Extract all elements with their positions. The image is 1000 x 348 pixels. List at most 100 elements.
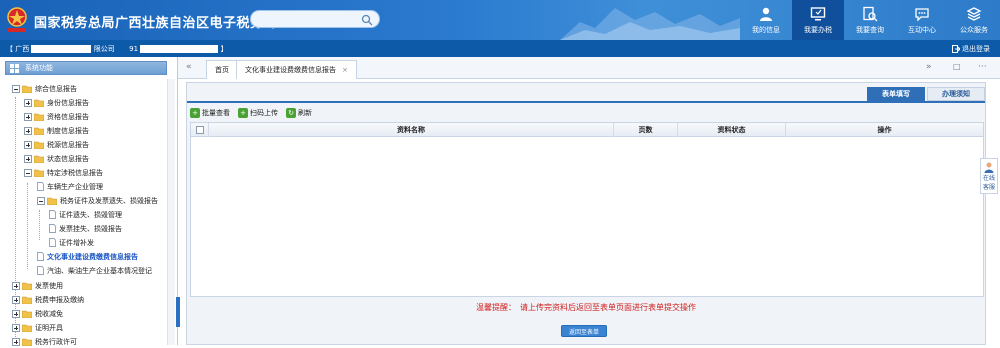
tree-node-gasoline-diesel-registration[interactable]: 汽油、柴油生产企业基本情况登记: [37, 264, 152, 277]
company-name-prefix: 广西: [15, 45, 30, 53]
document-icon: [49, 224, 56, 233]
user-icon: [760, 7, 772, 21]
column-material-status: 资料状态: [678, 123, 786, 137]
tree-node-administrative-license[interactable]: 税务行政许可: [12, 335, 77, 348]
tree-node-certificate-invoice-loss[interactable]: 税务证件及发票遗失、损毁报告: [37, 194, 158, 207]
batch-view-button[interactable]: + 批量查看: [190, 108, 230, 118]
tree-node-comprehensive-report[interactable]: 综合信息报告: [12, 82, 77, 95]
folder-icon: [22, 282, 32, 290]
subtab-form-fill[interactable]: 表单填写: [867, 87, 925, 101]
service-icon: [966, 6, 982, 21]
tree-guide-line: [39, 210, 40, 240]
nav-interaction-center[interactable]: 互动中心: [896, 0, 948, 40]
logout-button[interactable]: 退出登录: [952, 44, 990, 54]
select-all-checkbox[interactable]: [195, 126, 204, 134]
table-header: 资料名称 页数 资料状态 操作: [191, 123, 983, 137]
top-navigation: 我的信息 我要办税 我要查询 互动中心 公众服务: [740, 0, 1000, 40]
tree-node-tax-declaration-payment[interactable]: 税费申报及缴纳: [12, 293, 84, 306]
expand-toggle-icon[interactable]: [12, 323, 20, 332]
folder-icon: [34, 113, 44, 121]
expand-toggle-icon[interactable]: [24, 112, 32, 121]
sidebar-title: 系统功能: [25, 64, 53, 72]
nav-public-service[interactable]: 公众服务: [948, 0, 1000, 40]
tree-node-cultural-fee-report[interactable]: 文化事业建设费缴费信息报告: [37, 250, 138, 263]
collapse-toggle-icon[interactable]: [12, 84, 20, 93]
refresh-label: 刷新: [298, 109, 312, 117]
scan-upload-button[interactable]: + 扫码上传: [238, 108, 278, 118]
expand-toggle-icon[interactable]: [12, 281, 20, 290]
nav-tax-handling-label: 我要办税: [804, 25, 832, 34]
site-title: 国家税务总局广西壮族自治区电子税务局: [34, 16, 278, 31]
folder-icon: [22, 324, 32, 332]
tree-node-tax-source-report[interactable]: 税源信息报告: [24, 138, 89, 151]
expand-toggle-icon[interactable]: [12, 337, 20, 346]
folder-icon: [34, 141, 44, 149]
refresh-icon: ↻: [286, 108, 296, 118]
nav-query[interactable]: 我要查询: [844, 0, 896, 40]
search-icon[interactable]: [361, 14, 373, 26]
chat-icon: [915, 7, 929, 22]
tree-node-specific-tax-report[interactable]: 特定涉税信息报告: [24, 166, 103, 179]
collapse-toggle-icon[interactable]: [37, 196, 45, 205]
expand-toggle-icon[interactable]: [24, 154, 32, 163]
tree-node-tax-relief[interactable]: 税收减免: [12, 307, 63, 320]
tree-node-identity-report[interactable]: 身份信息报告: [24, 96, 89, 109]
tab-home[interactable]: 首页: [206, 60, 238, 79]
more-options-button[interactable]: ···: [978, 62, 987, 72]
search-input[interactable]: [250, 10, 380, 28]
folder-icon: [22, 338, 32, 346]
expand-toggle-icon[interactable]: [24, 126, 32, 135]
company-info: 【 广西 限公司 91 】: [6, 44, 228, 54]
scan-upload-label: 扫码上传: [250, 109, 278, 117]
document-icon: [49, 210, 56, 219]
great-wall-banner: [560, 8, 740, 40]
main-panel: 表单填写 办理须知 + 批量查看 + 扫码上传 ↻ 刷新 资料名称 页数 资料状…: [186, 82, 986, 345]
collapse-toggle-icon[interactable]: [24, 168, 32, 177]
expand-toggle-icon[interactable]: [12, 295, 20, 304]
logout-label: 退出登录: [962, 45, 990, 53]
expand-toggle-icon[interactable]: [24, 140, 32, 149]
nav-interaction-center-label: 互动中心: [908, 25, 936, 34]
refresh-button[interactable]: ↻ 刷新: [286, 108, 312, 118]
tree-node-qualification-report[interactable]: 资格信息报告: [24, 110, 89, 123]
monitor-icon: [810, 6, 826, 20]
tab-home-label: 首页: [215, 66, 229, 74]
restore-window-button[interactable]: □: [953, 62, 961, 71]
tree-node-certificate-reissue[interactable]: 证件增补发: [49, 236, 94, 249]
close-tab-icon[interactable]: ×: [342, 66, 348, 74]
tree-node-certificate-issuance[interactable]: 证明开具: [12, 321, 63, 334]
tree-node-invoice-use[interactable]: 发票使用: [12, 279, 63, 292]
sidebar-collapse-handle[interactable]: [176, 297, 180, 327]
sidebar-scrollbar[interactable]: [167, 79, 175, 345]
folder-icon: [34, 99, 44, 107]
return-to-form-button[interactable]: 返回至表单: [561, 325, 607, 337]
nav-tax-handling[interactable]: 我要办税: [792, 0, 844, 40]
nav-public-service-label: 公众服务: [960, 25, 988, 34]
user-info-bar: 【 广西 限公司 91 】 退出登录: [0, 40, 1000, 57]
online-service-widget[interactable]: 在线 客服: [980, 158, 998, 194]
company-name-suffix: 限公司: [93, 45, 115, 53]
query-icon: [863, 6, 878, 21]
tree-node-status-report[interactable]: 状态信息报告: [24, 152, 89, 165]
grid-icon: [10, 63, 19, 73]
online-service-line1: 在线: [982, 175, 995, 182]
tree-node-vehicle-enterprise[interactable]: 车辆生产企业管理: [37, 180, 103, 193]
bracket-open: 【: [6, 45, 13, 53]
nav-my-info[interactable]: 我的信息: [740, 0, 792, 40]
tab-scroll-left-button[interactable]: «: [186, 62, 192, 72]
expand-toggle-icon[interactable]: [24, 98, 32, 107]
subtab-instructions[interactable]: 办理须知: [927, 87, 985, 101]
folder-icon: [22, 310, 32, 318]
subtab-underline: [187, 101, 985, 103]
scan-upload-icon: +: [238, 108, 248, 118]
column-page-count: 页数: [614, 123, 678, 137]
warm-reminder-text: 温馨提醒： 请上传完资料后返回至表单页面进行表单提交操作: [476, 303, 696, 312]
tree-node-system-report[interactable]: 制度信息报告: [24, 124, 89, 137]
tree-node-certificate-loss-management[interactable]: 证件遗失、损毁管理: [49, 208, 122, 221]
tree-node-invoice-loss-report[interactable]: 发票挂失、损毁报告: [49, 222, 122, 235]
tab-cultural-fee-report[interactable]: 文化事业建设费缴费信息报告 ×: [236, 60, 357, 79]
sidebar: 系统功能 综合信息报告 身份信息报告 资格信息报告 制度信息报告 税源信息报告 …: [0, 57, 180, 348]
expand-toggle-icon[interactable]: [12, 309, 20, 318]
tab-scroll-right-button[interactable]: »: [926, 62, 932, 72]
tab-cultural-fee-report-label: 文化事业建设费缴费信息报告: [245, 66, 336, 74]
